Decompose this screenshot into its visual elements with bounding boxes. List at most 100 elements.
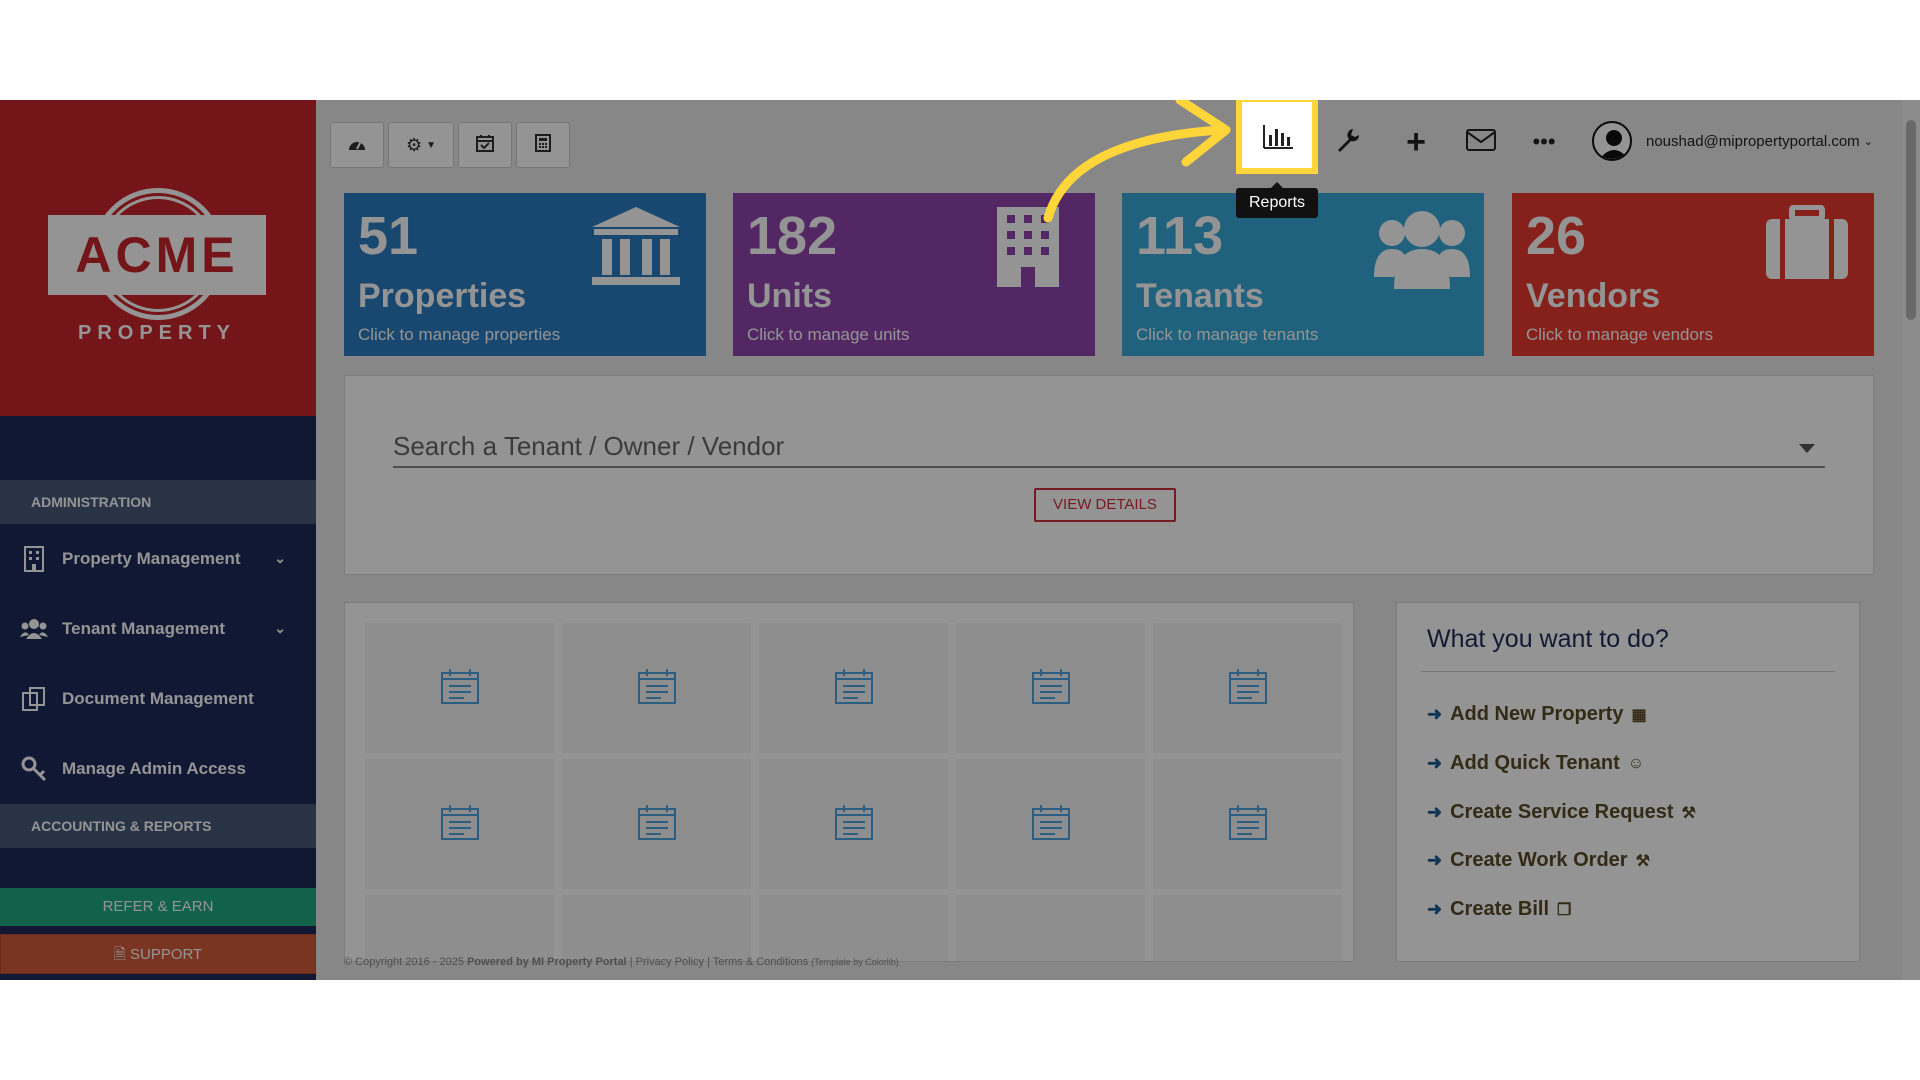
- support-button[interactable]: 🗎 SUPPORT: [0, 934, 316, 974]
- grid-tile[interactable]: [562, 623, 751, 753]
- card-subtitle: Click to manage units: [747, 325, 910, 344]
- grid-tile[interactable]: [759, 759, 948, 889]
- grid-tile[interactable]: [956, 895, 1145, 961]
- more-icon: •••: [1532, 129, 1556, 154]
- card-subtitle: Click to manage tenants: [1136, 325, 1319, 344]
- calculator-icon: [535, 133, 551, 157]
- calendar-icon: [1031, 667, 1071, 710]
- card-subtitle: Click to manage properties: [358, 325, 561, 344]
- calendar-icon: [834, 667, 874, 710]
- create-work-order-link[interactable]: ➜ Create Work Order ⚒: [1427, 849, 1650, 872]
- card-number: 51: [358, 206, 419, 266]
- grid-tile[interactable]: [759, 895, 948, 961]
- chevron-down-icon: ⌄: [1863, 135, 1873, 148]
- chevron-down-icon: ⌄: [274, 620, 286, 636]
- divider: [1421, 671, 1835, 672]
- chevron-down-icon: ⌄: [274, 550, 286, 566]
- grid-tile[interactable]: [1153, 759, 1342, 889]
- create-bill-link[interactable]: ➜ Create Bill ❐: [1427, 898, 1571, 921]
- building-icon: ▦: [1631, 706, 1647, 724]
- user-menu[interactable]: noushad@mipropertyportal.com ⌄: [1592, 118, 1873, 164]
- grid-tile[interactable]: [1153, 623, 1342, 753]
- support-icon: 🗎: [113, 946, 130, 963]
- logo-subtitle: PROPERTY: [77, 322, 237, 344]
- card-subtitle: Click to manage vendors: [1526, 325, 1714, 344]
- caret-down-icon: [1799, 444, 1815, 453]
- calculator-button[interactable]: [516, 122, 570, 168]
- building-icon: [20, 545, 48, 573]
- scrollbar-thumb[interactable]: [1906, 120, 1916, 320]
- quick-actions-title: What you want to do?: [1427, 625, 1669, 653]
- create-service-request-link[interactable]: ➜ Create Service Request ⚒: [1427, 801, 1696, 824]
- sidebar-item-tenant-management[interactable]: Tenant Management ⌄: [0, 594, 316, 664]
- logo-text: ACME: [75, 227, 239, 283]
- view-details-button[interactable]: VIEW DETAILS: [1034, 488, 1176, 522]
- card-label: Units: [747, 277, 832, 315]
- calendar-check-icon: [476, 134, 494, 157]
- app-window: ACME PROPERTY ADMINISTRATION Property Ma…: [0, 100, 1920, 980]
- search-panel: Search a Tenant / Owner / Vendor VIEW DE…: [344, 375, 1874, 575]
- action-label: Create Bill: [1450, 898, 1550, 920]
- sidebar-item-label: Manage Admin Access: [62, 759, 246, 778]
- bar-chart-icon: [1262, 124, 1294, 155]
- card-number: 26: [1526, 206, 1587, 266]
- card-label: Vendors: [1526, 277, 1661, 315]
- card-number: 182: [747, 206, 838, 266]
- tools-button[interactable]: [1320, 114, 1376, 170]
- bank-icon: [590, 205, 682, 294]
- plus-icon: +: [1406, 122, 1426, 161]
- card-label: Properties: [358, 277, 527, 315]
- messages-button[interactable]: [1453, 114, 1509, 170]
- calendar-icon: [834, 803, 874, 846]
- settings-icon: ⚙: [405, 134, 423, 155]
- sidebar-item-manage-admin-access[interactable]: Manage Admin Access: [0, 734, 316, 804]
- arrow-right-icon: ➜: [1427, 899, 1443, 919]
- grid-tile[interactable]: [956, 759, 1145, 889]
- section-administration: ADMINISTRATION: [0, 480, 316, 524]
- vendors-card[interactable]: 26 Vendors Click to manage vendors: [1512, 193, 1874, 356]
- arrow-right-icon: ➜: [1427, 753, 1443, 773]
- envelope-icon: [1466, 128, 1496, 156]
- avatar: [1592, 121, 1632, 161]
- search-input[interactable]: Search a Tenant / Owner / Vendor: [393, 426, 1825, 468]
- sidebar-item-property-management[interactable]: Property Management ⌄: [0, 524, 316, 594]
- footer-powered-by[interactable]: Powered by MI Property Portal: [467, 956, 627, 968]
- action-label: Create Service Request: [1450, 801, 1674, 823]
- action-label: Create Work Order: [1450, 849, 1628, 871]
- settings-dropdown-button[interactable]: ⚙ ▼: [388, 122, 454, 168]
- user-email: noushad@mipropertyportal.com: [1646, 132, 1860, 150]
- quick-actions-panel: What you want to do? ➜ Add New Property ▦ …: [1396, 602, 1860, 962]
- footer-template: (Template by Colorlib): [811, 957, 899, 967]
- card-label: Tenants: [1136, 277, 1264, 315]
- calendar-icon: [637, 667, 677, 710]
- sidebar-item-document-management[interactable]: Document Management: [0, 664, 316, 734]
- grid-tile[interactable]: [956, 623, 1145, 753]
- add-new-property-link[interactable]: ➜ Add New Property ▦: [1427, 703, 1647, 726]
- grid-tile[interactable]: [562, 759, 751, 889]
- dashboard-button[interactable]: [330, 122, 384, 168]
- scrollbar[interactable]: [1902, 100, 1920, 980]
- calendar-icon: [1031, 803, 1071, 846]
- sidebar-item-label: Property Management: [62, 549, 241, 568]
- wrench-icon: [1335, 127, 1361, 158]
- footer-links[interactable]: | Privacy Policy | Terms & Conditions: [630, 956, 809, 968]
- search-placeholder: Search a Tenant / Owner / Vendor: [393, 431, 785, 461]
- grid-tile[interactable]: [562, 895, 751, 961]
- add-quick-tenant-link[interactable]: ➜ Add Quick Tenant ☺: [1427, 752, 1644, 775]
- grid-tile[interactable]: [365, 759, 554, 889]
- more-button[interactable]: •••: [1516, 114, 1572, 170]
- users-icon: [1374, 205, 1470, 296]
- grid-tile[interactable]: [365, 895, 554, 961]
- grid-tile[interactable]: [759, 623, 948, 753]
- properties-card[interactable]: 51 Properties Click to manage properties: [344, 193, 706, 356]
- support-label: SUPPORT: [129, 946, 203, 963]
- calendar-button[interactable]: [458, 122, 512, 168]
- grid-tile[interactable]: [365, 623, 554, 753]
- grid-tile[interactable]: [1153, 895, 1342, 961]
- add-button[interactable]: +: [1388, 114, 1444, 170]
- refer-earn-button[interactable]: REFER & EARN: [0, 888, 316, 926]
- dashboard-icon: [347, 135, 367, 156]
- arrow-right-icon: ➜: [1427, 850, 1443, 870]
- key-icon: [20, 755, 48, 783]
- calendar-icon: [1228, 667, 1268, 710]
